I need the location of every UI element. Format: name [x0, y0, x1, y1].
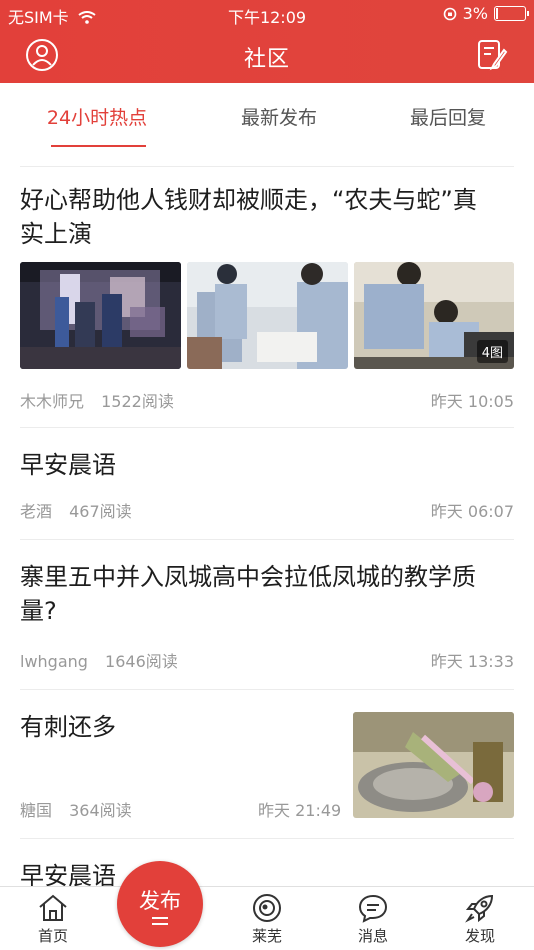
post-title: 有刺还多 — [20, 713, 116, 741]
tab-24h-hot[interactable]: 24小时热点 — [17, 103, 177, 130]
post-author[interactable]: 木木师兄 — [20, 392, 84, 411]
message-icon — [358, 894, 388, 923]
post-time: 昨天 06:07 — [430, 502, 514, 521]
post-author[interactable]: 糖国 — [20, 801, 52, 820]
app-header: 无SIM卡 下午12:09 3% 社区 — [0, 0, 534, 83]
publish-label: 发布 — [139, 889, 181, 913]
post-title-line: 寨里五中并入凤城高中会拉低凤城的教学质 — [20, 563, 476, 591]
bottom-tab-bar: 首页 莱芜 消息 发现 — [0, 886, 534, 950]
tab-laiwu[interactable]: 莱芜 — [227, 893, 307, 946]
divider — [20, 166, 514, 167]
post-reads: 1646阅读 — [105, 652, 178, 671]
post-title: 好心帮助他人钱财却被顺走，“农夫与蛇”真 实上演 — [20, 183, 477, 251]
post-title-line: 量? — [20, 597, 57, 625]
active-tab-indicator — [51, 145, 146, 147]
post-author[interactable]: 老酒 — [20, 502, 52, 521]
divider — [20, 838, 514, 839]
feed-tabs: 24小时热点 最新发布 最后回复 — [0, 83, 534, 167]
tab-messages-label: 消息 — [357, 927, 388, 945]
tab-last-reply[interactable]: 最后回复 — [368, 103, 528, 130]
battery-percent: 3% — [462, 4, 488, 23]
post-image[interactable] — [353, 712, 514, 818]
publish-button[interactable]: 发布 — [117, 861, 203, 947]
rotation-lock-icon — [443, 7, 456, 20]
divider — [20, 539, 514, 540]
post-image[interactable]: 4图 — [354, 262, 514, 369]
tab-home-label: 首页 — [37, 927, 68, 945]
post-reads: 364阅读 — [69, 801, 132, 820]
post-meta: lwhgang 1646阅读 — [20, 648, 178, 672]
post-image[interactable] — [187, 262, 348, 369]
nav-bar: 社区 — [0, 28, 534, 83]
divider — [20, 427, 514, 428]
post-reads: 1522阅读 — [101, 392, 174, 411]
publish-bars-icon — [152, 917, 168, 925]
divider — [20, 689, 514, 690]
tab-discover-label: 发现 — [464, 927, 495, 945]
page-title: 社区 — [243, 47, 290, 72]
post-author[interactable]: lwhgang — [20, 652, 88, 671]
laiwu-icon — [253, 894, 281, 922]
post-title: 早安晨语 — [20, 451, 116, 479]
tab-latest[interactable]: 最新发布 — [199, 103, 359, 130]
battery-icon — [494, 6, 529, 21]
tab-laiwu-label: 莱芜 — [251, 927, 282, 945]
rocket-icon — [465, 894, 494, 923]
post-title-line: 实上演 — [20, 220, 92, 248]
post-reads: 467阅读 — [69, 502, 132, 521]
tab-messages[interactable]: 消息 — [333, 893, 413, 946]
tab-home[interactable]: 首页 — [13, 893, 93, 946]
post-meta: 木木师兄 1522阅读 — [20, 388, 174, 412]
post-title: 寨里五中并入凤城高中会拉低凤城的教学质 量? — [20, 560, 476, 628]
image-count-badge: 4图 — [476, 340, 508, 363]
post-title-line: 好心帮助他人钱财却被顺走，“农夫与蛇”真 — [20, 186, 477, 214]
home-icon — [39, 894, 67, 921]
post-time: 昨天 10:05 — [430, 392, 514, 411]
post-time: 昨天 13:33 — [430, 652, 514, 671]
post-meta: 老酒 467阅读 — [20, 498, 132, 522]
status-bar: 无SIM卡 下午12:09 3% — [0, 0, 534, 28]
post-time: 昨天 21:49 — [258, 801, 342, 820]
compose-icon[interactable] — [475, 38, 509, 72]
post-image[interactable] — [20, 262, 181, 369]
post-meta: 糖国 364阅读 — [20, 797, 132, 821]
battery-status: 3% — [443, 4, 529, 23]
tab-discover[interactable]: 发现 — [440, 893, 520, 946]
